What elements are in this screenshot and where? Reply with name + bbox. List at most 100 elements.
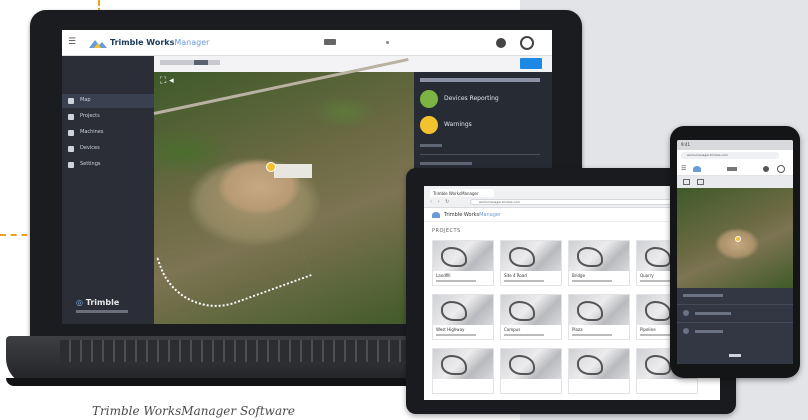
project-selector[interactable] <box>324 39 336 45</box>
project-thumbnail <box>433 349 493 379</box>
project-card[interactable]: West Highway <box>432 294 494 340</box>
worksmanager-logo-icon <box>432 212 440 218</box>
project-thumbnail <box>569 241 629 271</box>
address-bar[interactable]: worksmanager.trimble.com <box>470 199 680 205</box>
menu-icon[interactable]: ☰ <box>68 38 76 47</box>
excavator-icon <box>68 130 74 136</box>
app-brand: Trimble WorksManager <box>110 38 210 47</box>
worksmanager-logo-icon <box>693 166 701 172</box>
warning-circle-icon <box>420 116 438 134</box>
project-thumbnail <box>501 295 561 325</box>
project-card[interactable]: Bridge <box>568 240 630 286</box>
trimble-logo: ◎ Trimble <box>76 298 120 307</box>
project-name: Site 4 Road <box>504 273 527 278</box>
help-icon[interactable] <box>496 38 506 48</box>
project-name: Bridge <box>572 273 586 278</box>
project-card[interactable]: Plaza <box>568 294 630 340</box>
status-dot-icon <box>683 328 689 334</box>
status-label: Warnings <box>444 121 472 128</box>
breadcrumb <box>160 60 220 65</box>
sidebar-item-devices[interactable]: Devices <box>62 142 154 156</box>
user-avatar-icon[interactable] <box>777 165 785 173</box>
primary-action-button[interactable] <box>520 58 542 69</box>
status-label: Devices Reporting <box>444 95 499 102</box>
user-avatar-icon[interactable] <box>520 36 534 50</box>
map-boundary-path <box>156 210 312 324</box>
app-brand: Trimble WorksManager <box>444 212 502 218</box>
project-thumbnail <box>501 241 561 271</box>
project-thumbnail <box>501 349 561 379</box>
folder-icon <box>68 114 74 120</box>
device-icon <box>68 146 74 152</box>
panel-text-line <box>695 312 731 315</box>
project-meta <box>436 280 476 282</box>
divider <box>677 304 793 305</box>
status-panel <box>677 288 793 364</box>
fullscreen-icon[interactable] <box>683 179 690 185</box>
map-building <box>274 164 312 178</box>
status-panel-heading <box>420 78 540 82</box>
browser-nav-icons[interactable]: ‹ › ↻ <box>430 199 451 205</box>
breadcrumb-current <box>194 60 208 65</box>
sidebar-item-settings[interactable]: Settings <box>62 158 154 172</box>
status-time: 9:41 <box>681 142 690 147</box>
phone-screen: 9:41 worksmanager.trimble.com ☰ <box>677 140 793 364</box>
project-card[interactable] <box>568 348 630 394</box>
sidebar-item-label: Projects <box>80 113 100 119</box>
caption: Trimble WorksManager Software <box>92 404 295 418</box>
section-title: PROJECTS <box>432 228 461 234</box>
project-card[interactable]: Site 4 Road <box>500 240 562 286</box>
project-thumbnail <box>433 241 493 271</box>
panel-text-line <box>420 162 472 165</box>
sidebar-item-label: Machines <box>80 129 104 135</box>
project-thumbnail <box>569 295 629 325</box>
sidebar-item-label: Devices <box>80 145 100 151</box>
phone-status-bar: 9:41 <box>677 140 793 150</box>
divider <box>420 154 540 155</box>
worksmanager-logo-icon <box>89 40 107 48</box>
project-meta <box>436 334 476 336</box>
map-toolbar[interactable]: ⛶ ◂ <box>160 76 174 86</box>
project-name: West Highway <box>436 327 465 332</box>
status-dot-icon <box>683 310 689 316</box>
sidebar-item-projects[interactable]: Projects <box>62 110 154 124</box>
map-marker-icon[interactable] <box>735 236 741 242</box>
sidebar-item-label: Settings <box>80 161 101 167</box>
project-thumbnail <box>433 295 493 325</box>
menu-icon[interactable]: ☰ <box>681 165 686 172</box>
sidebar: Map Projects Machines Devices Settings ◎… <box>62 56 154 324</box>
map-marker-icon[interactable] <box>266 162 276 172</box>
help-icon[interactable] <box>763 166 769 172</box>
project-card[interactable] <box>500 348 562 394</box>
gear-icon <box>68 162 74 168</box>
home-indicator[interactable] <box>729 354 741 357</box>
project-card[interactable]: Landfill <box>432 240 494 286</box>
browser-tab[interactable]: Trimble WorksManager <box>430 189 494 197</box>
project-name: Landfill <box>436 273 451 278</box>
project-meta <box>572 280 612 282</box>
sidebar-item-machines[interactable]: Machines <box>62 126 154 140</box>
panel-text-line <box>683 294 723 297</box>
satellite-map[interactable] <box>677 188 793 288</box>
divider <box>677 322 793 323</box>
app-header: ☰ Trimble WorksManager <box>62 30 552 56</box>
layers-icon[interactable] <box>697 179 704 185</box>
project-card[interactable]: Campus <box>500 294 562 340</box>
project-meta <box>504 280 544 282</box>
check-circle-icon <box>420 90 438 108</box>
map-icon <box>68 98 74 104</box>
project-meta <box>504 334 544 336</box>
sidebar-item-label: Map <box>80 97 91 103</box>
panel-text-line <box>420 144 442 147</box>
map-toolbar <box>677 176 793 188</box>
satellite-map[interactable]: ⛶ ◂ <box>153 57 414 324</box>
address-bar[interactable]: worksmanager.trimble.com <box>681 152 779 159</box>
dropdown-indicator-icon <box>386 41 389 44</box>
sidebar-item-map[interactable]: Map <box>62 94 154 108</box>
project-meta <box>572 334 612 336</box>
project-card[interactable] <box>432 348 494 394</box>
panel-text-line <box>695 330 723 333</box>
project-selector[interactable] <box>727 167 737 171</box>
project-name: Quarry <box>640 273 654 278</box>
project-name: Pipeline <box>640 327 656 332</box>
